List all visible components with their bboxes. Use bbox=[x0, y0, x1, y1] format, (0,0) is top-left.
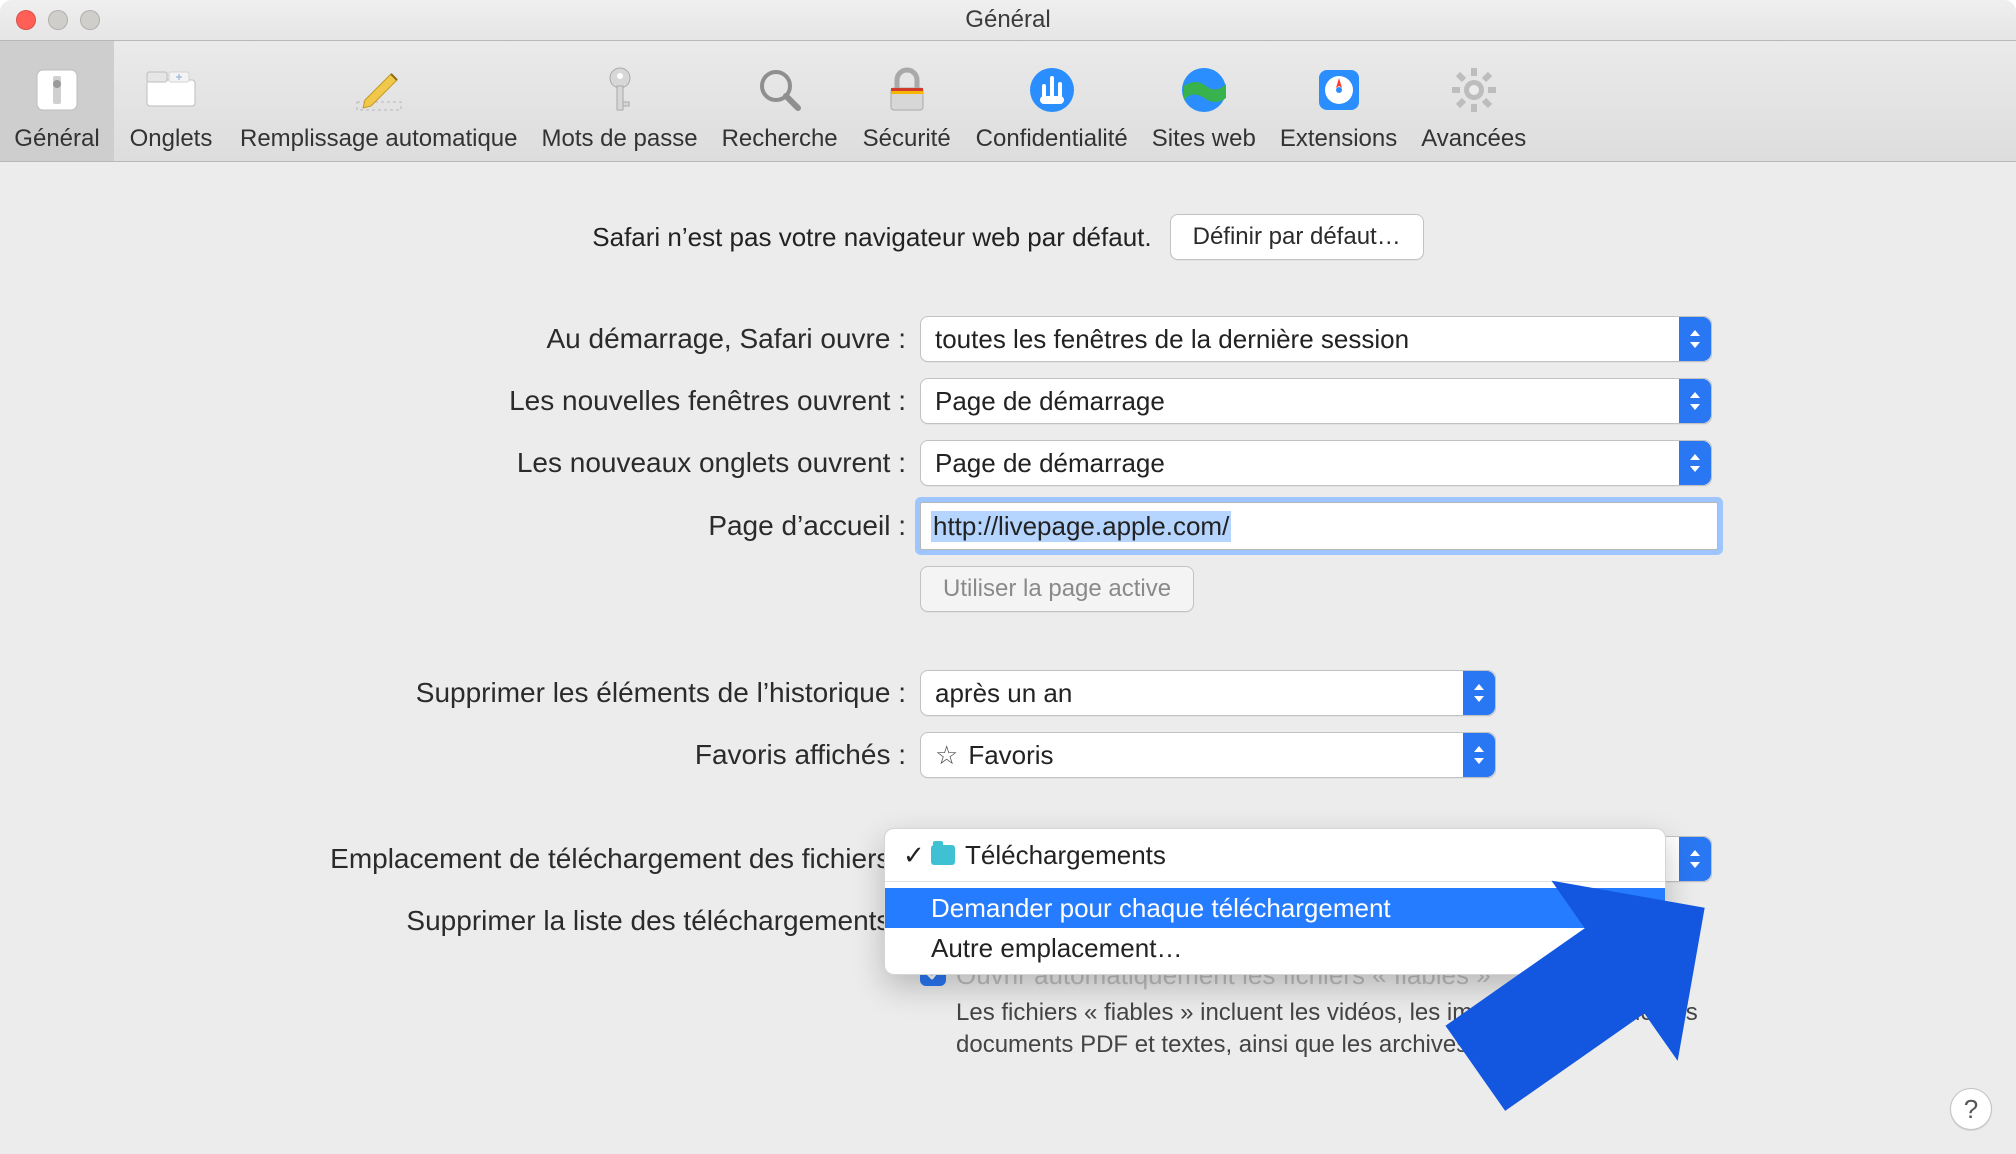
menu-separator bbox=[885, 881, 1665, 882]
toolbar-security[interactable]: Sécurité bbox=[850, 25, 964, 161]
remove-downloads-label: Supprimer la liste des téléchargements : bbox=[22, 905, 920, 937]
popup-value: Page de démarrage bbox=[935, 386, 1165, 417]
popup-value: Favoris bbox=[968, 740, 1053, 771]
window-title: Général bbox=[0, 6, 2016, 34]
set-default-browser-button[interactable]: Définir par défaut… bbox=[1170, 214, 1424, 260]
toolbar-tabs[interactable]: Onglets bbox=[114, 25, 228, 161]
checkmark-icon: ✓ bbox=[903, 840, 921, 871]
safari-opens-label: Au démarrage, Safari ouvre : bbox=[22, 323, 920, 355]
homepage-input[interactable]: http://livepage.apple.com/ bbox=[920, 502, 1718, 550]
favorites-shown-label: Favoris affichés : bbox=[22, 739, 920, 771]
toolbar-websites[interactable]: Sites web bbox=[1140, 25, 1268, 161]
menu-item-downloads[interactable]: ✓ Téléchargements bbox=[885, 835, 1665, 875]
minimize-window-button[interactable] bbox=[48, 10, 68, 30]
preferences-toolbar: Général Onglets Remplissage automatique … bbox=[0, 41, 2016, 162]
toolbar-label: Remplissage automatique bbox=[240, 125, 518, 153]
download-location-menu: ✓ Téléchargements Demander pour chaque t… bbox=[884, 828, 1666, 975]
window-controls bbox=[0, 10, 100, 30]
gear-icon bbox=[1446, 55, 1502, 125]
favorites-shown-popup[interactable]: ☆ Favoris bbox=[920, 732, 1496, 778]
key-icon bbox=[592, 55, 648, 125]
popup-arrows-icon bbox=[1679, 317, 1711, 361]
remove-history-popup[interactable]: après un an bbox=[920, 670, 1496, 716]
zoom-window-button[interactable] bbox=[80, 10, 100, 30]
menu-item-other-location[interactable]: Autre emplacement… bbox=[885, 928, 1665, 968]
popup-arrows-icon bbox=[1679, 379, 1711, 423]
globe-icon bbox=[1176, 55, 1232, 125]
new-windows-label: Les nouvelles fenêtres ouvrent : bbox=[22, 385, 920, 417]
new-tabs-label: Les nouveaux onglets ouvrent : bbox=[22, 447, 920, 479]
search-icon bbox=[752, 55, 808, 125]
popup-arrows-icon bbox=[1679, 837, 1711, 881]
menu-item-label: Autre emplacement… bbox=[931, 933, 1182, 964]
preferences-window: Général Général Onglets Remplissage auto… bbox=[0, 0, 2016, 1154]
menu-item-label: Demander pour chaque téléchargement bbox=[931, 893, 1391, 924]
homepage-value: http://livepage.apple.com/ bbox=[931, 511, 1231, 542]
toolbar-label: Sites web bbox=[1152, 125, 1256, 153]
new-tabs-popup[interactable]: Page de démarrage bbox=[920, 440, 1712, 486]
set-current-page-button: Utiliser la page active bbox=[920, 566, 1194, 612]
help-button[interactable]: ? bbox=[1950, 1088, 1992, 1130]
toolbar-extensions[interactable]: Extensions bbox=[1268, 25, 1409, 161]
menu-item-ask-each-download[interactable]: Demander pour chaque téléchargement bbox=[885, 888, 1665, 928]
popup-arrows-icon bbox=[1463, 671, 1495, 715]
toolbar-label: Confidentialité bbox=[976, 125, 1128, 153]
tabs-icon bbox=[143, 55, 199, 125]
titlebar: Général bbox=[0, 0, 2016, 41]
default-browser-row: Safari n’est pas votre navigateur web pa… bbox=[22, 214, 1994, 260]
toolbar-general[interactable]: Général bbox=[0, 25, 114, 161]
extensions-icon bbox=[1311, 55, 1367, 125]
popup-value: après un an bbox=[935, 678, 1072, 709]
toolbar-passwords[interactable]: Mots de passe bbox=[530, 25, 710, 161]
folder-icon bbox=[931, 845, 955, 865]
toolbar-label: Extensions bbox=[1280, 125, 1397, 153]
popup-value: Page de démarrage bbox=[935, 448, 1165, 479]
toolbar-autofill[interactable]: Remplissage automatique bbox=[228, 25, 530, 161]
toolbar-label: Général bbox=[14, 125, 99, 153]
safari-opens-popup[interactable]: toutes les fenêtres de la dernière sessi… bbox=[920, 316, 1712, 362]
privacy-icon bbox=[1024, 55, 1080, 125]
lock-icon bbox=[879, 55, 935, 125]
open-safe-files-note: Les fichiers « fiables » incluent les vi… bbox=[956, 997, 1716, 1062]
homepage-label: Page d’accueil : bbox=[22, 510, 920, 542]
popup-arrows-icon bbox=[1679, 441, 1711, 485]
toolbar-label: Sécurité bbox=[863, 125, 951, 153]
toolbar-advanced[interactable]: Avancées bbox=[1409, 25, 1538, 161]
toolbar-label: Mots de passe bbox=[542, 125, 698, 153]
toolbar-label: Avancées bbox=[1421, 125, 1526, 153]
toolbar-search[interactable]: Recherche bbox=[710, 25, 850, 161]
toolbar-privacy[interactable]: Confidentialité bbox=[964, 25, 1140, 161]
default-browser-message: Safari n’est pas votre navigateur web pa… bbox=[592, 222, 1151, 253]
download-location-label: Emplacement de téléchargement des fichie… bbox=[22, 843, 920, 875]
popup-value: toutes les fenêtres de la dernière sessi… bbox=[935, 324, 1409, 355]
close-window-button[interactable] bbox=[16, 10, 36, 30]
general-icon bbox=[29, 55, 85, 125]
toolbar-label: Onglets bbox=[130, 125, 213, 153]
autofill-icon bbox=[351, 55, 407, 125]
remove-history-label: Supprimer les éléments de l’historique : bbox=[22, 677, 920, 709]
star-icon: ☆ bbox=[935, 740, 958, 771]
new-windows-popup[interactable]: Page de démarrage bbox=[920, 378, 1712, 424]
popup-arrows-icon bbox=[1463, 733, 1495, 777]
menu-item-label: Téléchargements bbox=[965, 840, 1166, 871]
toolbar-label: Recherche bbox=[722, 125, 838, 153]
